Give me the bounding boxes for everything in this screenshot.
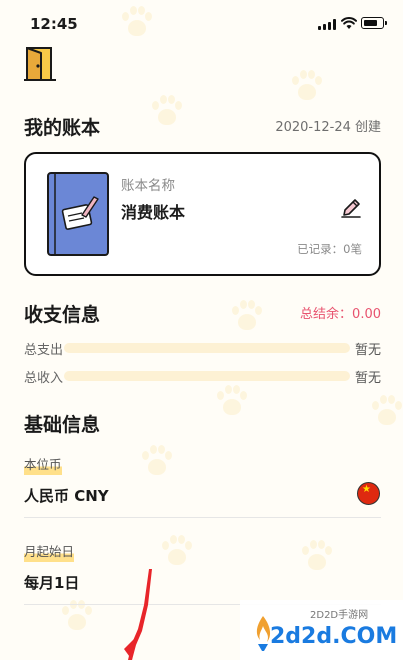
total-income-bar — [64, 371, 350, 381]
watermark-big-text: 2d2d.COM — [270, 624, 398, 649]
currency-value[interactable]: 人民币 CNY — [24, 485, 109, 506]
china-flag-icon[interactable]: ★ — [357, 482, 380, 505]
currency-label: 本位币 — [24, 454, 62, 475]
ledger-card[interactable]: 账本名称 消费账本 已记录：0笔 — [24, 152, 381, 276]
red-annotation-arrow — [124, 569, 152, 660]
total-expense-value: 暂无 — [354, 343, 381, 358]
paw-decoration — [60, 600, 94, 634]
cellular-signal-icon — [318, 19, 336, 30]
month-start-value[interactable]: 每月1日 — [24, 572, 79, 593]
paw-decoration — [140, 445, 174, 479]
basic-info-section-title: 基础信息 — [24, 414, 101, 436]
total-income-row: 总收入 暂无 — [24, 367, 381, 386]
paw-decoration — [150, 95, 184, 129]
status-time: 12:45 — [30, 15, 78, 33]
total-expense-bar — [64, 343, 350, 353]
watermark-small-text: 2D2D手游网 — [310, 610, 369, 621]
status-bar: 12:45 — [0, 0, 403, 44]
ledger-name-label: 账本名称 — [121, 178, 175, 194]
month-start-label: 月起始日 — [24, 541, 75, 562]
paw-decoration — [370, 395, 403, 429]
battery-icon — [361, 17, 387, 29]
paw-decoration — [290, 70, 324, 104]
paw-decoration — [230, 300, 264, 334]
wifi-icon — [341, 16, 357, 29]
ledger-created-date: 2020-12-24 创建 — [275, 120, 381, 135]
ledger-book-icon — [47, 172, 109, 256]
ledger-name: 消费账本 — [121, 203, 186, 222]
door-icon[interactable] — [24, 46, 58, 82]
total-balance: 总结余：0.00 — [300, 307, 381, 322]
ledger-section-title: 我的账本 — [24, 117, 101, 139]
paw-decoration — [215, 385, 249, 419]
ledger-record-count: 已记录：0笔 — [297, 242, 362, 256]
total-income-label: 总收入 — [24, 371, 64, 386]
total-expense-label: 总支出 — [24, 343, 64, 358]
watermark: 2D2D手游网 2d2d.COM — [240, 600, 403, 660]
currency-divider — [24, 517, 381, 518]
edit-pencil-icon[interactable] — [340, 197, 362, 219]
total-income-value: 暂无 — [354, 371, 381, 386]
paw-decoration — [160, 535, 194, 569]
total-expense-row: 总支出 暂无 — [24, 339, 381, 358]
paw-decoration — [300, 540, 334, 574]
income-expense-section-title: 收支信息 — [24, 304, 101, 326]
